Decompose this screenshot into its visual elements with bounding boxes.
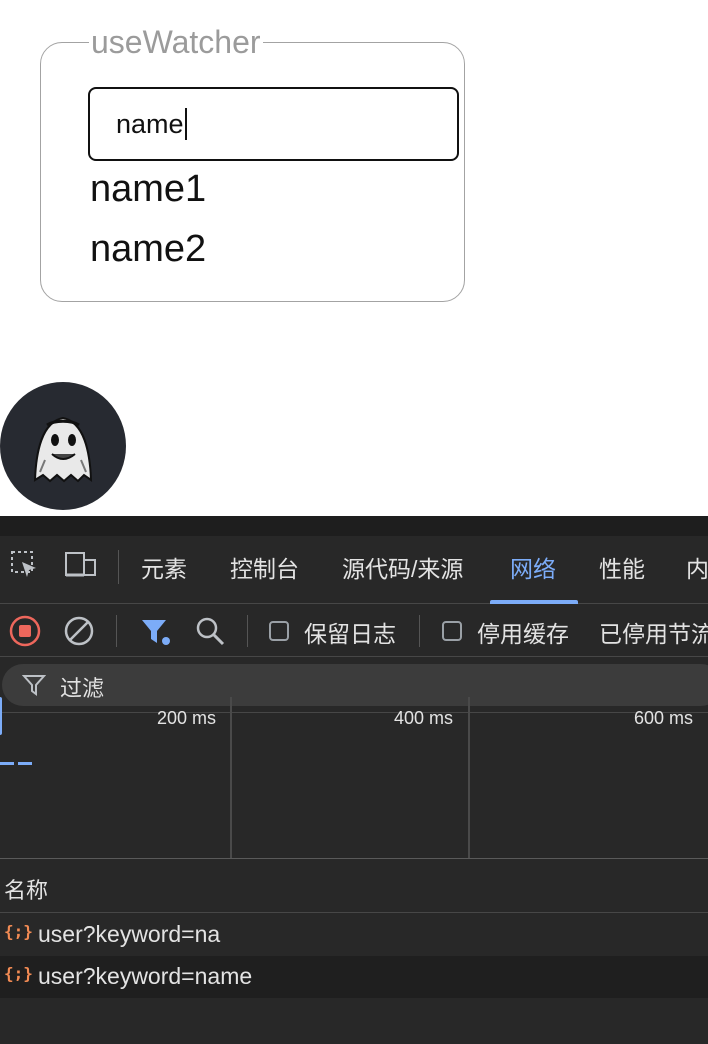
tab-network[interactable]: 网络 [510,550,556,584]
toolbar-separator [116,615,117,647]
timeline-gridline [230,697,232,858]
timeline-label: 200 ms [157,708,217,728]
result-item: name2 [90,228,207,270]
result-item: name1 [90,168,207,210]
timeline-label: 600 ms [634,708,694,728]
disable-cache-checkbox[interactable] [442,621,462,641]
toolbar-separator [247,615,248,647]
preserve-log-label: 保留日志 [304,621,396,647]
active-tab-indicator [490,600,578,604]
devtools-panel: 元素 控制台 源代码/来源 网络 性能 内 保留日志 停用缓存 已停用节流 过滤… [0,516,708,1044]
devtools-top-border [0,516,708,536]
preserve-log-checkbox[interactable] [269,621,289,641]
ghost-avatar[interactable] [0,382,126,510]
tab-performance[interactable]: 性能 [599,550,645,584]
tab-sources[interactable]: 源代码/来源 [342,550,463,584]
search-icon[interactable] [194,615,226,652]
tab-elements[interactable]: 元素 [141,550,187,584]
throttling-select[interactable]: 已停用节流 [599,615,708,649]
network-toolbar: 保留日志 停用缓存 已停用节流 [0,605,708,657]
devtools-tabbar: 元素 控制台 源代码/来源 网络 性能 内 [0,536,708,604]
table-row[interactable]: {;} user?keyword=name [0,956,708,998]
request-name: user?keyword=na [38,921,221,947]
clear-icon[interactable] [63,615,95,652]
disable-cache-label: 停用缓存 [477,621,569,647]
filter-funnel-icon[interactable] [140,617,172,652]
tab-separator [118,550,119,584]
fieldset-legend: useWatcher [91,24,261,60]
search-input-value: name [116,108,184,139]
request-table-header[interactable]: 名称 [0,859,708,913]
network-timeline: 200 ms 400 ms 600 ms [0,697,708,859]
tab-console[interactable]: 控制台 [230,550,299,584]
table-row[interactable]: {;} user?keyword=na [0,914,708,956]
json-request-icon: {;} [4,964,33,983]
tab-memory-truncated[interactable]: 内 [686,550,708,584]
toolbar-separator [419,615,420,647]
timeline-request-bar [18,762,32,765]
timeline-label: 400 ms [394,708,454,728]
search-input[interactable]: name [88,87,459,161]
timeline-request-bar [0,762,14,765]
column-header-name: 名称 [4,878,49,903]
device-toolbar-icon[interactable] [64,550,98,585]
inspect-element-icon[interactable] [10,550,40,585]
ghost-icon [33,416,93,483]
json-request-icon: {;} [4,922,33,941]
text-caret [184,108,187,140]
timeline-selection-handle[interactable] [0,697,2,735]
record-stop-icon[interactable] [9,615,41,652]
timeline-gridline [468,697,470,858]
request-name: user?keyword=name [38,963,253,989]
